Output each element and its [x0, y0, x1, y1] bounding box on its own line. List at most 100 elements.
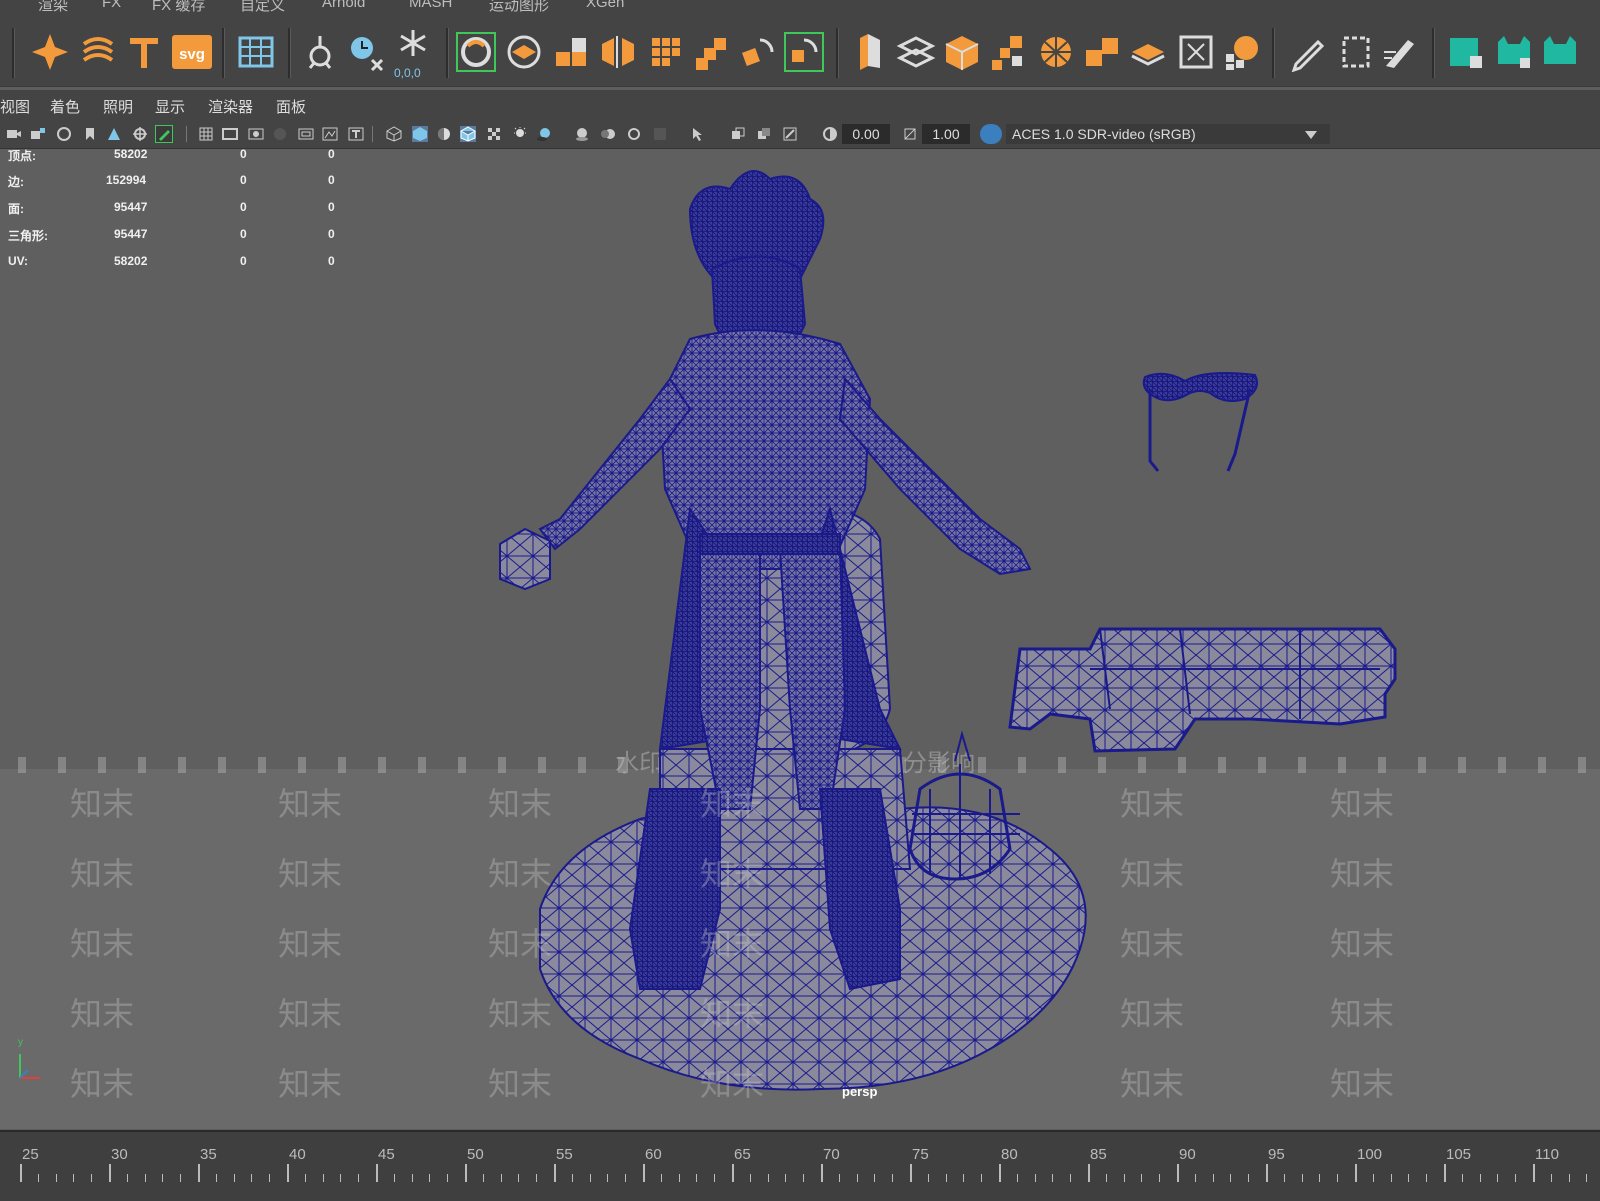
camera-icon[interactable] — [6, 126, 22, 142]
brush-icon[interactable] — [1380, 32, 1420, 72]
color-management-toggle[interactable] — [980, 124, 1002, 144]
xray-joints-icon[interactable] — [782, 126, 798, 142]
svg-icon[interactable]: svg — [172, 35, 212, 69]
gamma-icon[interactable] — [902, 126, 918, 142]
wireframe-cube-icon[interactable] — [386, 126, 402, 142]
exposure-icon[interactable] — [822, 126, 838, 142]
watermark-text: 知末 — [70, 1066, 135, 1102]
menu-motion-graphics[interactable]: 运动图形 — [489, 0, 549, 15]
watermark-text: 知末 — [700, 786, 765, 822]
flat-layers-icon[interactable] — [896, 32, 936, 72]
shelf-separator — [446, 28, 449, 78]
gun[interactable] — [1008, 627, 1397, 753]
panel-menu-renderer[interactable]: 渲染器 — [208, 96, 253, 117]
panel-menu-panels[interactable]: 面板 — [276, 96, 306, 117]
split-cube-icon[interactable] — [598, 32, 638, 72]
menu-render[interactable]: 渲染 — [38, 0, 68, 15]
default-material-icon[interactable] — [436, 126, 452, 142]
scatter-cubes-icon[interactable] — [988, 32, 1028, 72]
field-chart-icon[interactable] — [298, 126, 314, 142]
spiral-text-icon[interactable] — [78, 32, 118, 72]
time-minor-tick — [589, 1174, 591, 1182]
rotate-cubes-icon[interactable] — [738, 32, 778, 72]
time-minor-tick — [767, 1174, 769, 1182]
two-d-pan-icon[interactable] — [132, 126, 148, 142]
chevron-down-icon[interactable] — [1303, 127, 1319, 143]
grid-cubes-icon[interactable] — [646, 32, 686, 72]
smooth-shade-icon[interactable] — [412, 126, 428, 142]
stair-cubes-icon[interactable] — [692, 32, 732, 72]
safe-title-icon[interactable] — [348, 126, 364, 142]
menu-mash[interactable]: MASH — [409, 0, 452, 11]
panel-menu-shading[interactable]: 着色 — [50, 96, 80, 117]
clock-x-icon[interactable] — [346, 32, 386, 72]
depth-of-field-icon[interactable] — [652, 126, 668, 142]
isolate-select-icon[interactable] — [690, 126, 706, 142]
grid-table-icon[interactable] — [236, 32, 276, 72]
shadows-icon[interactable] — [536, 126, 552, 142]
menu-xgen[interactable]: XGen — [586, 0, 624, 11]
perspective-viewport[interactable]: 顶点: 58202 0 0 边: 152994 0 0 面: 95447 0 0… — [0, 149, 1600, 1129]
time-slider[interactable]: 25 30 35 40 45 50 55 60 65 70 75 80 85 90 95 100 105 110 — [0, 1130, 1600, 1201]
safe-action-icon[interactable] — [322, 126, 338, 142]
anti-alias-icon[interactable] — [626, 126, 642, 142]
wireframe-model[interactable] — [0, 149, 1600, 1129]
menu-arnold[interactable]: Arnold — [322, 0, 365, 11]
image-plane-icon[interactable] — [106, 126, 122, 142]
exposure-field[interactable]: 0.00 — [842, 124, 890, 144]
xray-active-icon[interactable] — [756, 126, 772, 142]
time-minor-tick — [1016, 1174, 1018, 1182]
cube-icon[interactable] — [942, 32, 982, 72]
grease-pencil-icon[interactable] — [155, 125, 173, 143]
watermark-text: 知末 — [1330, 856, 1395, 892]
cube-pair-icon[interactable] — [1082, 32, 1122, 72]
gamma-field[interactable]: 1.00 — [922, 124, 970, 144]
watermark-text: 知末 — [70, 856, 135, 892]
frame-dashed-icon[interactable] — [1336, 32, 1376, 72]
sphere-grid-icon[interactable] — [1036, 32, 1076, 72]
menu-custom[interactable]: 自定义 — [240, 0, 285, 15]
film-gate-icon[interactable] — [222, 126, 238, 142]
panel-menu-lighting[interactable]: 照明 — [103, 96, 133, 117]
pencil-icon[interactable] — [1288, 32, 1328, 72]
time-minor-tick — [55, 1174, 57, 1182]
time-tick — [732, 1164, 734, 1182]
blocks-icon[interactable] — [552, 32, 592, 72]
camera-lock-icon[interactable] — [30, 126, 46, 142]
gate-mask-icon[interactable] — [272, 126, 288, 142]
joint-icon[interactable] — [300, 32, 340, 72]
green-square-icon[interactable] — [1446, 32, 1486, 72]
panel-menu-show[interactable]: 显示 — [155, 96, 185, 117]
sunglasses[interactable] — [1142, 372, 1258, 472]
time-tick — [1533, 1164, 1535, 1182]
menu-fx-cache[interactable]: FX 缓存 — [152, 0, 205, 15]
watermark-text: 知末 — [700, 926, 765, 962]
text-T-icon[interactable] — [124, 32, 164, 72]
screen-space-ao-icon[interactable] — [574, 126, 590, 142]
tall-box-icon[interactable] — [850, 32, 890, 72]
resolution-gate-icon[interactable] — [248, 126, 264, 142]
camera-attr-icon[interactable] — [56, 126, 72, 142]
green-cat-2-icon[interactable] — [1540, 32, 1580, 72]
view-transform-dropdown[interactable]: ACES 1.0 SDR-video (sRGB) — [1006, 124, 1330, 144]
sparkle-icon[interactable] — [30, 32, 70, 72]
frame-icon[interactable] — [1176, 32, 1216, 72]
lights-icon[interactable] — [512, 126, 528, 142]
wrap-circle-icon[interactable] — [456, 32, 496, 72]
flat-diamond-icon[interactable] — [1128, 32, 1168, 72]
textured-icon[interactable] — [486, 126, 502, 142]
snowflake-icon[interactable] — [393, 26, 433, 66]
time-tick — [109, 1164, 111, 1182]
menu-fx[interactable]: FX — [102, 0, 121, 11]
rotate-cubes-2-icon[interactable] — [784, 32, 824, 72]
wireframe-on-shaded-icon[interactable] — [460, 126, 476, 142]
xray-icon[interactable] — [730, 126, 746, 142]
layered-disk-icon[interactable] — [504, 32, 544, 72]
panel-menu-view[interactable]: 视图 — [0, 96, 30, 117]
green-cat-icon[interactable] — [1494, 32, 1534, 72]
motion-blur-icon[interactable] — [600, 126, 616, 142]
globe-cubes-icon[interactable] — [1222, 32, 1262, 72]
watermark-text: 知末 — [700, 856, 765, 892]
bookmark-icon[interactable] — [82, 126, 98, 142]
grid-icon[interactable] — [198, 126, 214, 142]
